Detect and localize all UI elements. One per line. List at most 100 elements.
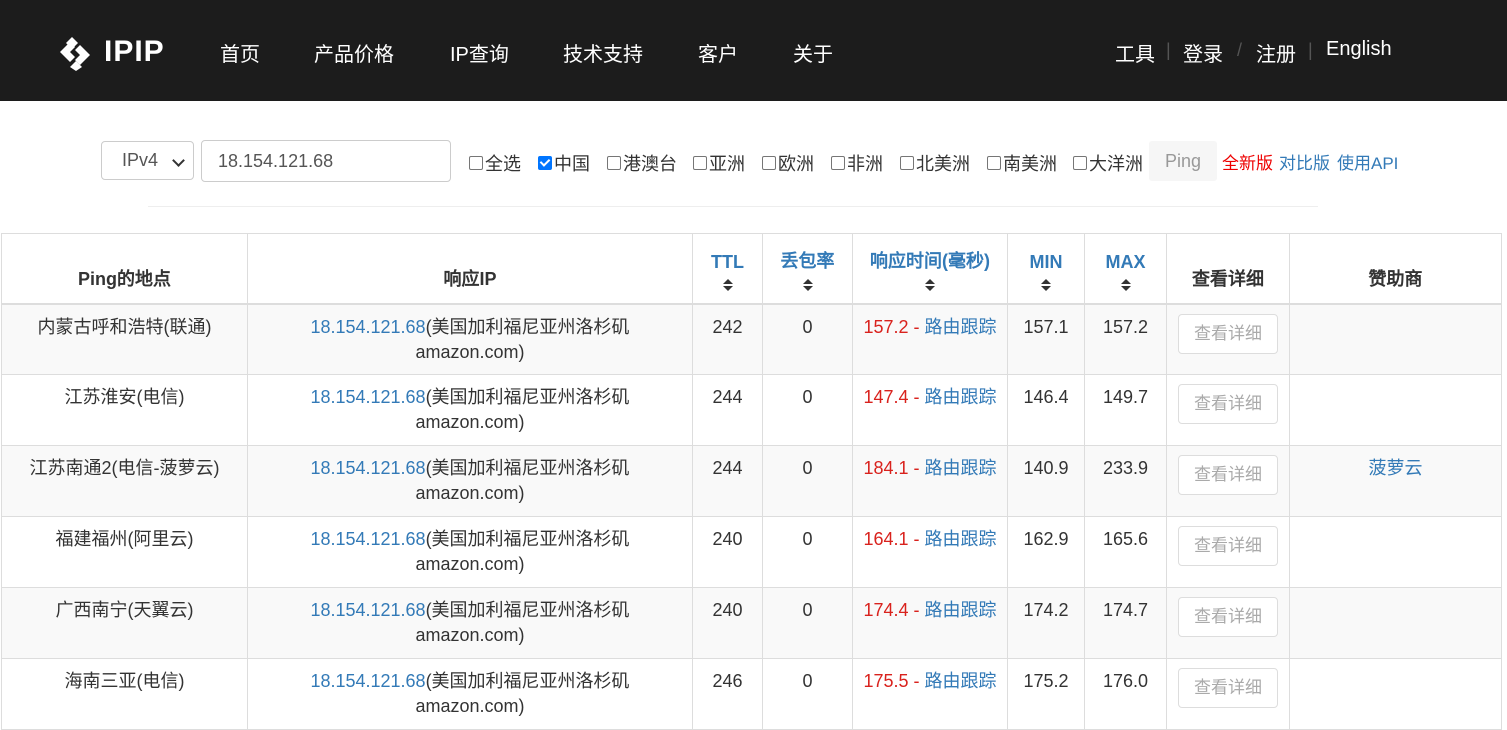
cell-location: 海南三亚(电信) [1, 658, 248, 730]
top-navbar: IPIP 首页 产品价格 IP查询 技术支持 客户 关于 工具 | 登录 / 注… [0, 0, 1507, 101]
view-detail-button[interactable]: 查看详细 [1178, 526, 1278, 566]
nav-about[interactable]: 关于 [793, 38, 833, 67]
cell-sponsor: 菠萝云 [1289, 445, 1502, 517]
nav-divider: / [1237, 40, 1243, 60]
sort-icon[interactable] [1120, 278, 1131, 291]
view-detail-button[interactable]: 查看详细 [1178, 668, 1278, 708]
checkbox-box[interactable] [987, 156, 1001, 170]
checkbox-box[interactable] [693, 156, 707, 170]
cell-min: 162.9 [1007, 516, 1085, 588]
nav-support[interactable]: 技术支持 [563, 38, 643, 67]
ip-info: (美国加利福尼亚州洛杉矶 [425, 387, 630, 407]
nav-english[interactable]: English [1326, 38, 1392, 61]
checkbox-china[interactable]: 中国 [538, 150, 590, 176]
ip-input[interactable]: 18.154.121.68 [201, 140, 451, 182]
nav-tools[interactable]: 工具 [1115, 38, 1155, 67]
cell-ip: 18.154.121.68(美国加利福尼亚州洛杉矶 amazon.com) [247, 516, 693, 588]
ip-link[interactable]: 18.154.121.68 [310, 600, 425, 620]
header-max[interactable]: MAX [1084, 233, 1167, 304]
view-detail-button[interactable]: 查看详细 [1178, 597, 1278, 637]
header-rtt-label: 响应时间(毫秒) [870, 250, 990, 271]
cell-detail: 查看详细 [1166, 303, 1290, 375]
nav-register[interactable]: 注册 [1256, 38, 1296, 67]
sort-icon[interactable] [925, 278, 935, 291]
traceroute-link[interactable]: 路由跟踪 [925, 317, 997, 337]
ttl-value: 242 [712, 316, 743, 337]
nav-login[interactable]: 登录 [1183, 38, 1223, 67]
location-text: 广西南宁(天翼云) [55, 600, 194, 620]
cell-ip: 18.154.121.68(美国加利福尼亚州洛杉矶 amazon.com) [247, 374, 693, 446]
nav-home[interactable]: 首页 [220, 38, 260, 67]
nav-ip-lookup[interactable]: IP查询 [450, 38, 509, 67]
traceroute-link[interactable]: 路由跟踪 [925, 671, 997, 691]
checkbox-oceania[interactable]: 大洋洲 [1073, 150, 1143, 176]
checkbox-box[interactable] [900, 156, 914, 170]
checkbox-south-america[interactable]: 南美洲 [987, 150, 1057, 176]
min-value: 162.9 [1023, 529, 1069, 549]
ping-results-table: Ping的地点 响应IP TTL 丢包率 响应时间(毫秒) MIN MAX 查看… [1, 233, 1502, 730]
ipip-logo[interactable]: IPIP [56, 33, 165, 71]
traceroute-link[interactable]: 路由跟踪 [925, 600, 997, 620]
checkbox-label: 欧洲 [778, 154, 814, 174]
view-detail-button[interactable]: 查看详细 [1178, 313, 1278, 354]
nav-pricing[interactable]: 产品价格 [314, 38, 394, 67]
ip-link[interactable]: 18.154.121.68 [310, 317, 425, 337]
checkbox-asia[interactable]: 亚洲 [693, 150, 745, 176]
checkbox-box[interactable] [1073, 156, 1087, 170]
view-detail-button[interactable]: 查看详细 [1178, 455, 1278, 495]
ip-link[interactable]: 18.154.121.68 [310, 458, 425, 478]
checkbox-hk-mo-tw[interactable]: 港澳台 [607, 150, 677, 176]
checkbox-box[interactable] [469, 156, 483, 170]
sort-icon[interactable] [802, 278, 813, 291]
cell-min: 140.9 [1007, 445, 1085, 517]
rtt-dash: - [908, 458, 925, 478]
use-api-link[interactable]: 使用API [1337, 149, 1398, 174]
view-detail-button[interactable]: 查看详细 [1178, 384, 1278, 424]
sort-icon[interactable] [722, 278, 733, 291]
cell-loss: 0 [762, 303, 853, 375]
cell-detail: 查看详细 [1166, 658, 1290, 730]
location-text: 福建福州(阿里云) [55, 529, 194, 549]
ip-version-select[interactable]: IPv4 [101, 141, 194, 180]
table-row: 江苏南通2(电信-菠萝云) 18.154.121.68(美国加利福尼亚州洛杉矶 am… [1, 445, 1502, 517]
ip-link[interactable]: 18.154.121.68 [310, 387, 425, 407]
checkbox-label: 中国 [554, 154, 590, 174]
checkbox-north-america[interactable]: 北美洲 [900, 150, 970, 176]
rtt-value: 164.1 [863, 529, 909, 549]
ping-button[interactable]: Ping [1149, 141, 1217, 181]
checkbox-box[interactable] [762, 156, 776, 170]
checkbox-africa[interactable]: 非洲 [831, 150, 883, 176]
compare-version-link[interactable]: 对比版 [1279, 149, 1330, 174]
traceroute-link[interactable]: 路由跟踪 [925, 387, 997, 407]
checkbox-box[interactable] [538, 156, 552, 170]
ip-link[interactable]: 18.154.121.68 [310, 529, 425, 549]
traceroute-link[interactable]: 路由跟踪 [925, 458, 997, 478]
checkbox-label: 南美洲 [1003, 154, 1057, 174]
sort-icon[interactable] [1041, 278, 1051, 291]
table-row: 江苏淮安(电信) 18.154.121.68(美国加利福尼亚州洛杉矶 amazon.… [1, 374, 1502, 446]
header-ttl[interactable]: TTL [692, 233, 763, 304]
traceroute-link[interactable]: 路由跟踪 [925, 529, 997, 549]
cell-max: 157.2 [1084, 303, 1167, 375]
ip-info: (美国加利福尼亚州洛杉矶 [425, 671, 630, 691]
new-version-link[interactable]: 全新版 [1222, 149, 1273, 174]
header-loss[interactable]: 丢包率 [762, 233, 853, 304]
header-min[interactable]: MIN [1007, 233, 1085, 304]
cell-ttl: 244 [692, 374, 763, 446]
checkbox-label: 亚洲 [709, 154, 745, 174]
nav-customers[interactable]: 客户 [698, 38, 738, 67]
max-value: 233.9 [1102, 458, 1149, 478]
cell-loss: 0 [762, 658, 853, 730]
rtt-dash: - [908, 600, 925, 620]
checkbox-box[interactable] [607, 156, 621, 170]
max-value: 149.7 [1102, 387, 1149, 407]
loss-value: 0 [802, 316, 813, 337]
checkbox-box[interactable] [831, 156, 845, 170]
checkbox-all[interactable]: 全选 [469, 150, 521, 176]
sponsor-link[interactable]: 菠萝云 [1369, 458, 1423, 478]
cell-min: 174.2 [1007, 587, 1085, 659]
ip-link[interactable]: 18.154.121.68 [310, 671, 425, 691]
checkbox-europe[interactable]: 欧洲 [762, 150, 814, 176]
header-rtt[interactable]: 响应时间(毫秒) [852, 233, 1008, 304]
cell-rtt: 157.2 - 路由跟踪 [852, 303, 1008, 375]
